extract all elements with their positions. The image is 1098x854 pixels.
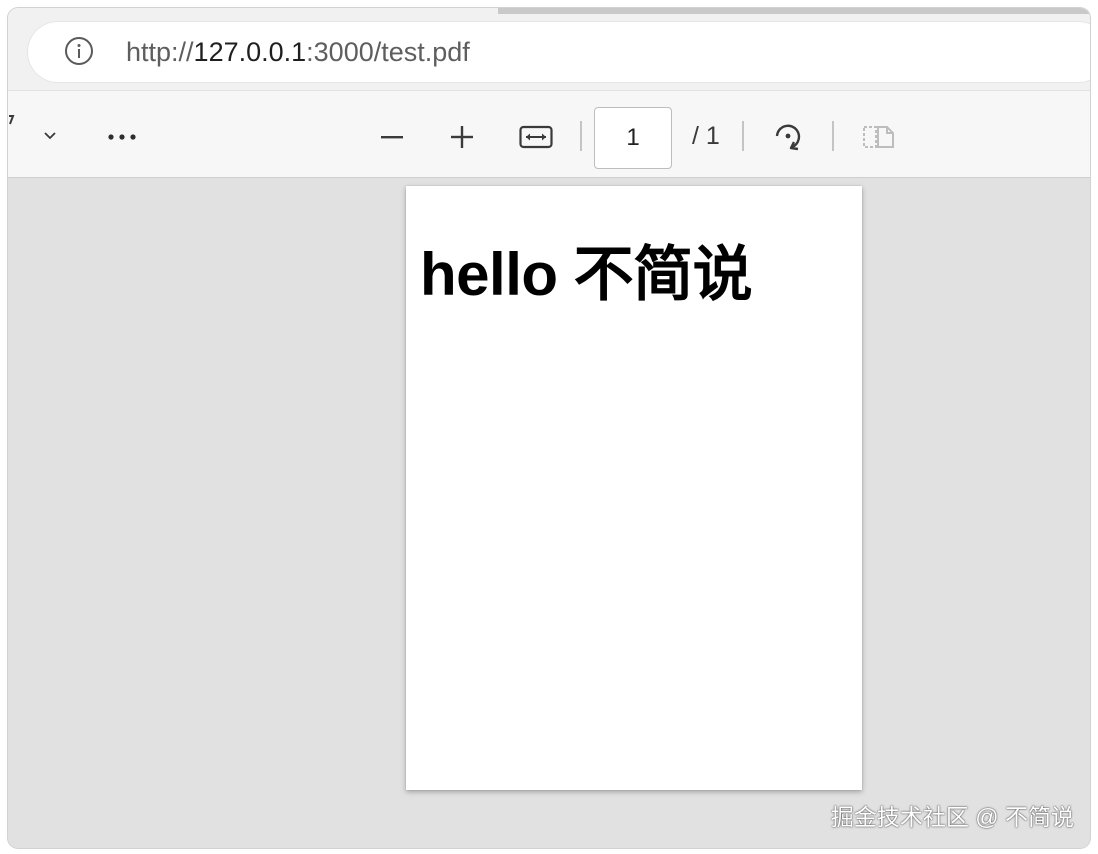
toolbar-separator [580,121,582,151]
url-scheme: http:// [126,37,194,67]
toolbar-separator [742,121,744,151]
chevron-down-icon[interactable] [36,121,64,149]
url-host: 127.0.0.1 [193,37,307,67]
address-bar[interactable]: http://127.0.0.1:3000/test.pdf [28,22,1090,82]
zoom-out-icon[interactable] [376,119,408,155]
fit-to-width-icon[interactable] [518,119,554,155]
toolbar-separator [832,121,834,151]
page-number-input[interactable] [594,107,672,169]
watermark: 掘金技术社区 @ 不简说 [830,804,1074,830]
pdf-toolbar: / 1 [8,90,1090,178]
browser-window: http://127.0.0.1:3000/test.pdf 1 / 1 hel… [8,8,1090,848]
pdf-page-text: hello 不简说 [420,241,753,308]
tab-strip-edge [498,8,1090,14]
partial-annotate-icon[interactable] [8,111,18,131]
rotate-icon[interactable] [768,117,808,157]
url-text[interactable]: http://127.0.0.1:3000/test.pdf [126,36,470,68]
pdf-page: hello 不简说 [406,186,862,790]
zoom-in-icon[interactable] [446,119,478,155]
pdf-viewer-area[interactable]: hello 不简说 掘金技术社区 @ 不简说 [8,178,1090,848]
info-icon[interactable] [64,36,94,66]
more-options-icon[interactable] [104,119,140,155]
page-count-label: / 1 [692,122,720,150]
two-page-view-icon[interactable] [858,119,898,155]
browser-chrome: http://127.0.0.1:3000/test.pdf [8,8,1090,90]
url-path: :3000/test.pdf [306,37,470,67]
